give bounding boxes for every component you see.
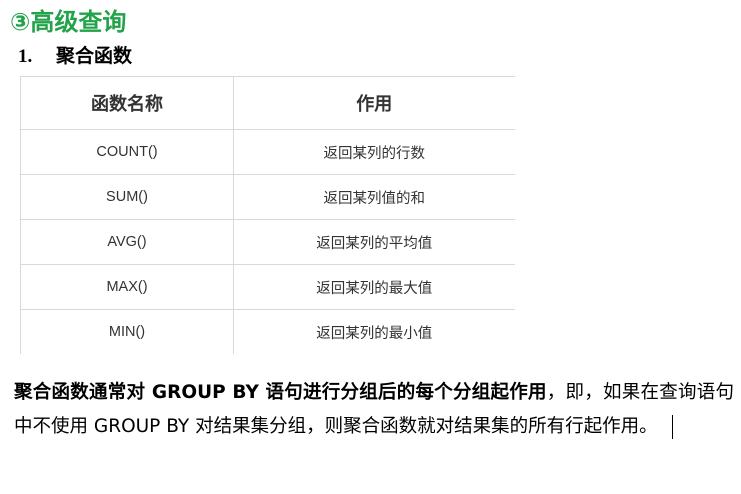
function-purpose-cell: 返回某列值的和 <box>233 174 515 220</box>
aggregate-functions-table: 函数名称 作用 COUNT() 返回某列的行数 SUM() 返回某列值的和 AV… <box>20 76 515 354</box>
function-name-cell: COUNT() <box>20 129 234 175</box>
table-row: MAX() 返回某列的最大值 <box>20 264 515 310</box>
table-header-row: 函数名称 作用 <box>20 76 515 130</box>
table-row: SUM() 返回某列值的和 <box>20 174 515 220</box>
subsection-heading: 1. 聚合函数 <box>18 42 132 70</box>
table-row: MIN() 返回某列的最小值 <box>20 309 515 354</box>
subsection-number: 1. <box>18 46 33 67</box>
text-cursor <box>671 415 673 439</box>
header-purpose: 作用 <box>233 76 515 130</box>
function-purpose-cell: 返回某列的行数 <box>233 129 515 175</box>
function-purpose-cell: 返回某列的最大值 <box>233 264 515 310</box>
function-name-cell: AVG() <box>20 219 234 265</box>
header-function-name: 函数名称 <box>20 76 234 130</box>
table-row: AVG() 返回某列的平均值 <box>20 219 515 265</box>
function-purpose-cell: 返回某列的平均值 <box>233 219 515 265</box>
function-name-cell: MAX() <box>20 264 234 310</box>
subsection-title: 聚合函数 <box>56 45 133 67</box>
explanation-paragraph[interactable]: 聚合函数通常对 GROUP BY 语句进行分组后的每个分组起作用，即，如果在查询… <box>14 376 734 444</box>
paragraph-bold-text: 聚合函数通常对 GROUP BY 语句进行分组后的每个分组起作用 <box>14 382 547 403</box>
section-title: ③高级查询 <box>10 8 127 36</box>
function-purpose-cell: 返回某列的最小值 <box>316 325 433 342</box>
table-row: COUNT() 返回某列的行数 <box>20 129 515 175</box>
function-name-cell: MIN() <box>20 309 234 354</box>
function-name-cell: SUM() <box>20 174 234 220</box>
